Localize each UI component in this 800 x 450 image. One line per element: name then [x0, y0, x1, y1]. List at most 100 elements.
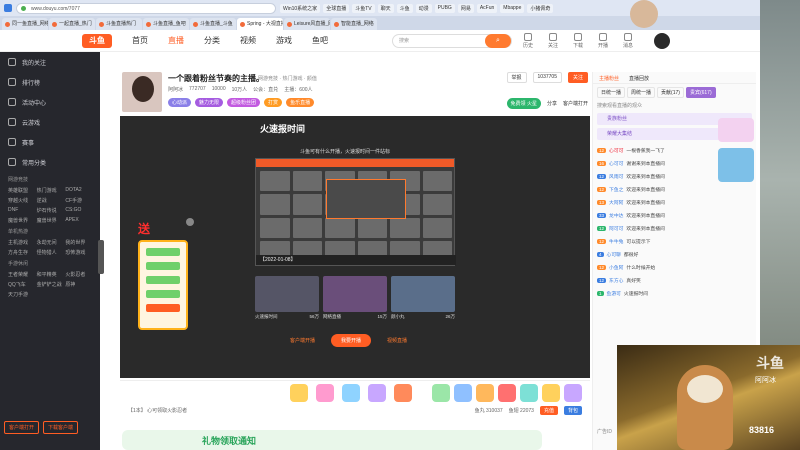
follow-button[interactable]: 关注	[545, 33, 561, 49]
sidebar-item-event[interactable]: 赛事	[0, 132, 100, 152]
sidebar-link[interactable]: CS:GO	[65, 207, 92, 214]
sidebar-link[interactable]: 怪物猎人	[37, 249, 64, 256]
tag-badge[interactable]: 超级粉丝团	[227, 98, 261, 107]
promo-banner-2[interactable]	[718, 148, 754, 182]
sidebar-item-rank[interactable]: 排行榜	[0, 72, 100, 92]
streamer-cover[interactable]	[122, 72, 162, 112]
gift-icon[interactable]	[368, 384, 386, 402]
sidebar-link[interactable]: 魔兽世界	[8, 217, 35, 224]
browser-tab[interactable]: 一起直播_热门	[49, 18, 95, 30]
chat-nick[interactable]: 鱼游可	[607, 290, 621, 297]
sidebar-link[interactable]: 魔兽世界	[37, 217, 64, 224]
charge-button[interactable]: 充值	[539, 405, 558, 415]
sidebar-link[interactable]: APEX	[65, 217, 92, 224]
browser-tab[interactable]: 同一鱼直播_网络直播	[2, 18, 48, 30]
message-button[interactable]: 消息	[620, 33, 636, 49]
bookmark-item[interactable]: 动漫	[415, 3, 432, 13]
browser-tab[interactable]: Leisure风直播_网络	[284, 18, 330, 30]
sidebar-link[interactable]: 我的世界	[65, 239, 92, 246]
browser-tab[interactable]: 斗鱼直播_鱼吧	[143, 18, 189, 30]
gift-icon[interactable]	[542, 384, 560, 402]
search-icon[interactable]: ⌕	[485, 34, 511, 48]
follow-button[interactable]: 关注	[567, 72, 588, 83]
rank-tab[interactable]: 贡献(17)	[657, 87, 684, 98]
rank-tab[interactable]: 贵宾(617)	[685, 87, 716, 98]
download-client-button[interactable]: 下载客户端	[43, 421, 79, 434]
download-button[interactable]: 下载	[570, 33, 586, 49]
gift-icon[interactable]	[290, 384, 308, 402]
bookmark-item[interactable]: 全球直播	[323, 3, 350, 13]
share-button[interactable]: 分享	[547, 100, 557, 107]
nav-game[interactable]: 游戏	[276, 35, 292, 46]
promo-claim-button[interactable]	[146, 304, 180, 312]
sidebar-link[interactable]: CF手游	[65, 197, 92, 204]
bookmark-item[interactable]: AcFun	[476, 3, 498, 13]
promo-banner-1[interactable]	[718, 118, 754, 142]
bookmark-item[interactable]: 聊天	[377, 3, 394, 13]
bookmark-item[interactable]: 斗鱼	[396, 3, 413, 13]
gift-icon[interactable]	[394, 384, 412, 402]
chat-nick[interactable]: 牛牛兔	[609, 238, 623, 245]
sidebar-link[interactable]: 炉石传说	[37, 207, 64, 214]
browser-tab-active[interactable]: Spring - 大视直播	[237, 18, 283, 30]
room-category[interactable]: 网游竞技 · 热门游戏 · 颜值	[258, 75, 317, 82]
sidebar-link[interactable]: DNF	[8, 207, 35, 214]
gift-icon[interactable]	[454, 384, 472, 402]
sidebar-item-common[interactable]: 常用分类	[0, 152, 100, 172]
sidebar-link[interactable]: 和平精英	[37, 271, 64, 278]
sidebar-link[interactable]: 金铲铲之战	[37, 281, 64, 288]
chat-nick[interactable]: 风雨可	[609, 173, 623, 180]
start-live-main-button[interactable]: 我要开播	[331, 334, 372, 347]
sidebar-link[interactable]: 原神	[65, 281, 92, 288]
sidebar-link[interactable]: 逆战	[37, 197, 64, 204]
meta-item[interactable]: 阿阿冰	[168, 86, 183, 93]
sidebar-link[interactable]: 火影忍者	[65, 271, 92, 278]
start-live-button[interactable]: 开播	[595, 33, 611, 49]
gift-notice-banner[interactable]: 礼物领取通知	[122, 430, 542, 450]
sidebar-collapse-handle[interactable]	[98, 240, 104, 274]
gift-icon[interactable]	[432, 384, 450, 402]
chat-nick[interactable]: 下鱼之	[609, 186, 623, 193]
tag-badge[interactable]: 心动派	[168, 98, 192, 107]
tab-replay[interactable]: 直播回放	[629, 75, 649, 82]
client-live-link[interactable]: 客户端开播	[290, 337, 315, 344]
sidebar-link[interactable]: 王者荣耀	[8, 271, 35, 278]
sidebar-item-follow[interactable]: 我的关注	[0, 52, 100, 72]
open-client-button[interactable]: 客户端打开	[4, 421, 40, 434]
gift-icon[interactable]	[564, 384, 582, 402]
free-fire-button[interactable]: 免费领 火星	[506, 98, 541, 109]
bookmark-item[interactable]: 网易	[457, 3, 474, 13]
close-icon[interactable]	[186, 218, 194, 226]
gift-icon[interactable]	[316, 384, 334, 402]
chat-nick[interactable]: 龙中达	[609, 212, 623, 219]
sidebar-link[interactable]: 主机游戏	[8, 239, 35, 246]
sidebar-link[interactable]: 英雄联盟	[8, 187, 35, 194]
nav-category[interactable]: 分类	[204, 35, 220, 46]
nav-live[interactable]: 直播	[168, 35, 184, 46]
sidebar-link[interactable]: 热门游戏	[37, 187, 64, 194]
video-thumb[interactable]: 颜小丸 26万	[391, 276, 455, 320]
side-promo[interactable]	[718, 118, 756, 188]
address-input[interactable]: www.douyu.com/7077	[16, 2, 276, 14]
tag-badge[interactable]: 魅力无限	[195, 98, 224, 107]
bookmark-item[interactable]: Win10系统之家	[280, 3, 321, 13]
gift-icon[interactable]	[342, 384, 360, 402]
sidebar-link[interactable]: 方舟生存	[8, 249, 35, 256]
rank-tab[interactable]: 日统一播	[597, 87, 626, 98]
browser-tab[interactable]: 斗鱼直播热门	[96, 18, 142, 30]
report-button[interactable]: 举报	[506, 72, 527, 83]
gift-icon[interactable]	[476, 384, 494, 402]
chat-nick[interactable]: 心可可	[609, 160, 623, 167]
browser-tab[interactable]: 智能直播_网络	[331, 18, 377, 30]
user-avatar[interactable]	[654, 33, 670, 49]
video-thumb[interactable]: 网络直播 15万	[323, 276, 387, 320]
fans-task[interactable]: 【1本】 心可领取火影忍者	[128, 407, 187, 414]
nav-yuba[interactable]: 鱼吧	[312, 35, 328, 46]
nav-video[interactable]: 视频	[240, 35, 256, 46]
video-player[interactable]: 火速报时间 斗鱼可有什么开播，火速报时间一件站标 【2022-01-08】 火速…	[120, 116, 590, 378]
sidebar-link[interactable]: 恐怖游戏	[65, 249, 92, 256]
history-button[interactable]: 历史	[520, 33, 536, 49]
bookmark-item[interactable]: 小猪佩奇	[527, 3, 554, 13]
sidebar-item-cloudgame[interactable]: 云游戏	[0, 112, 100, 132]
douyu-logo[interactable]: 斗鱼	[82, 33, 112, 48]
